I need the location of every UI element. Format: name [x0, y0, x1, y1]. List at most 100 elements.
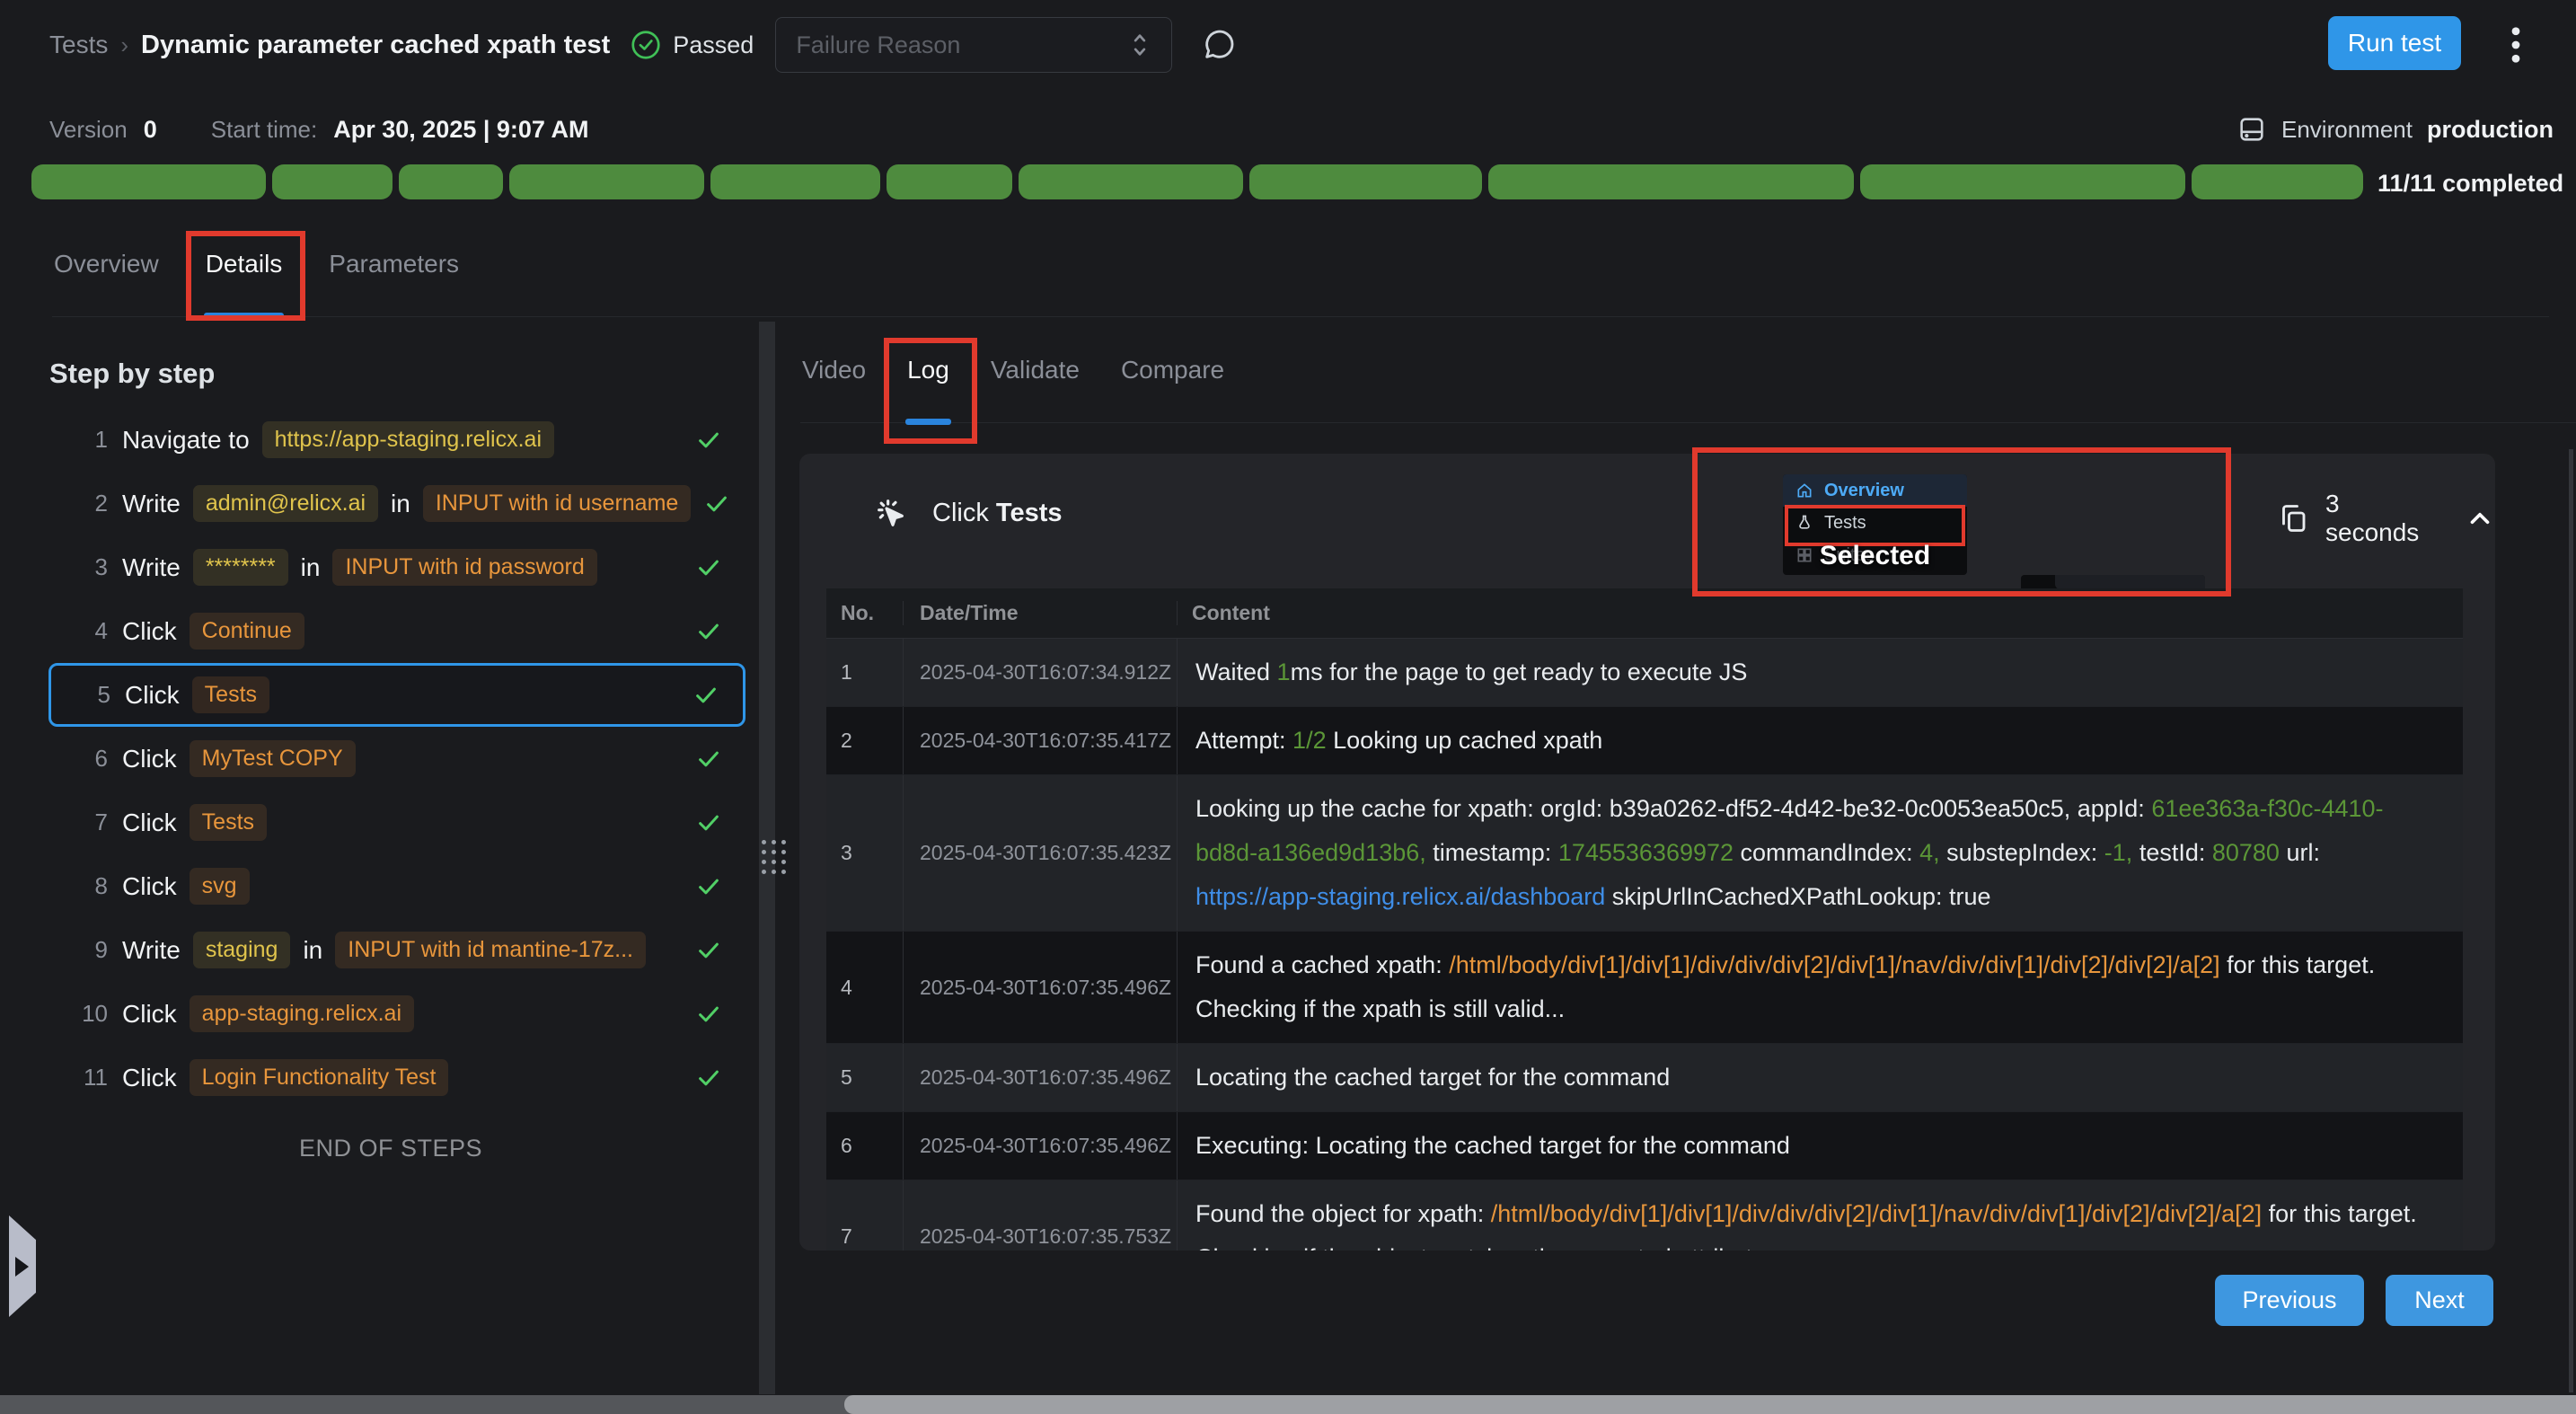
log-text: Found the object for xpath: — [1195, 1200, 1491, 1227]
log-value-highlight: -1, — [2104, 839, 2133, 866]
step-row[interactable]: 9WritestaginginINPUT with id mantine-17z… — [49, 918, 745, 982]
step-action-text: Write — [122, 553, 181, 582]
log-url-link[interactable]: https://app-staging.relicx.ai/dashboard — [1195, 883, 1605, 910]
step-action-text: Write — [122, 490, 181, 518]
log-value-highlight: 1/2 — [1292, 727, 1327, 754]
tab-parameters[interactable]: Parameters — [327, 250, 461, 316]
step-target-pill: INPUT with id password — [332, 549, 596, 586]
progress-completed-label: 11/11 completed — [2378, 170, 2563, 198]
tab-compare[interactable]: Compare — [1119, 356, 1226, 422]
log-table-row[interactable]: 52025-04-30T16:07:35.496Z Locating the ca… — [826, 1044, 2463, 1112]
step-target-pill: Tests — [190, 804, 267, 841]
next-button[interactable]: Next — [2386, 1275, 2493, 1326]
step-action-text: Click — [125, 681, 180, 710]
log-table-row[interactable]: 72025-04-30T16:07:35.753ZFound the objec… — [826, 1180, 2463, 1251]
progress-segment — [710, 164, 880, 199]
failure-reason-select[interactable]: Failure Reason — [775, 17, 1172, 73]
main-tabs: Overview Details Parameters — [52, 235, 2549, 317]
tab-video[interactable]: Video — [800, 356, 868, 422]
step-success-check-icon — [695, 873, 722, 900]
tab-details[interactable]: Details — [204, 250, 285, 316]
log-row-content: Looking up the cache for xpath: orgId: b… — [1177, 775, 2463, 931]
step-success-check-icon — [695, 427, 722, 454]
log-text: commandIndex: — [1734, 839, 1919, 866]
collapse-chevron-icon[interactable] — [2465, 503, 2495, 534]
breadcrumb[interactable]: Tests — [49, 31, 108, 59]
drawer-expand-handle[interactable] — [9, 1215, 36, 1317]
log-row-number: 5 — [826, 1044, 903, 1111]
environment-meta: Environment production — [2236, 111, 2554, 147]
log-row-timestamp: 2025-04-30T16:07:35.496Z — [903, 1112, 1177, 1180]
step-row[interactable]: 4ClickContinue — [49, 599, 745, 663]
step-row[interactable]: 10Clickapp-staging.relicx.ai — [49, 982, 745, 1046]
tab-overview[interactable]: Overview — [52, 250, 161, 316]
copy-icon[interactable] — [2277, 502, 2309, 535]
step-value-pill: ******** — [193, 549, 288, 586]
log-table-row[interactable]: 42025-04-30T16:07:35.496ZFound a cached … — [826, 932, 2463, 1044]
step-row[interactable]: 3Write********inINPUT with id password — [49, 535, 745, 599]
step-action-text: in — [303, 936, 322, 965]
step-number: 11 — [57, 1064, 108, 1091]
step-action-text: Click — [122, 809, 177, 837]
step-row[interactable]: 6ClickMyTest COPY — [49, 727, 745, 791]
step-target-pill: INPUT with id mantine-17z... — [335, 932, 646, 968]
log-text: Waited — [1195, 658, 1277, 685]
step-number: 9 — [57, 936, 108, 964]
log-text: timestamp: — [1426, 839, 1558, 866]
step-number: 7 — [57, 809, 108, 836]
page-scrollbar[interactable] — [2569, 449, 2573, 1392]
log-row-timestamp: 2025-04-30T16:07:35.753Z — [903, 1180, 1177, 1251]
select-chevrons-icon — [1126, 30, 1153, 60]
log-table-row[interactable]: 62025-04-30T16:07:35.496ZExecuting: Loca… — [826, 1112, 2463, 1180]
tab-validate[interactable]: Validate — [989, 356, 1081, 422]
step-success-check-icon — [695, 937, 722, 964]
passed-check-icon — [630, 29, 662, 61]
log-xpath: /html/body/div[1]/div[1]/div/div/div[2]/… — [1449, 951, 2219, 978]
status-badge: Passed — [673, 31, 754, 59]
detail-tabs: Video Log Validate Compare — [800, 341, 2576, 423]
step-row[interactable]: 2Writeadmin@relicx.aiinINPUT with id use… — [49, 472, 745, 535]
log-row-timestamp: 2025-04-30T16:07:35.496Z — [903, 1044, 1177, 1111]
step-row[interactable]: 11ClickLogin Functionality Test — [49, 1046, 745, 1109]
header-bar: Tests › Dynamic parameter cached xpath t… — [49, 18, 1237, 72]
step-success-check-icon — [695, 1065, 722, 1091]
run-test-button[interactable]: Run test — [2328, 16, 2461, 70]
horizontal-scrollbar-thumb[interactable] — [844, 1395, 2576, 1414]
log-row-content: Waited 1ms for the page to get ready to … — [1177, 639, 2463, 706]
step-value-pill: admin@relicx.ai — [193, 485, 378, 522]
step-action-text: Click — [122, 617, 177, 646]
tab-log[interactable]: Log — [905, 356, 951, 422]
log-row-number: 1 — [826, 639, 903, 706]
comment-icon[interactable] — [1201, 27, 1237, 63]
splitter-drag-handle-icon[interactable] — [762, 840, 786, 874]
version-label: Version — [49, 116, 128, 144]
failure-reason-placeholder: Failure Reason — [796, 31, 960, 59]
step-row[interactable]: 7 Click Tests — [49, 791, 745, 854]
step-target-pill: Tests — [192, 676, 269, 713]
progress-segment — [31, 164, 266, 199]
selected-screenshot-thumbnail[interactable]: Overview Tests Suites Selected — [1783, 474, 1967, 575]
log-table-row[interactable]: 32025-04-30T16:07:35.423ZLooking up the … — [826, 775, 2463, 932]
step-row[interactable]: 1Navigate tohttps://app-staging.relicx.a… — [49, 408, 745, 472]
log-value-highlight: 1745536369972 — [1558, 839, 1734, 866]
step-action-text: Navigate to — [122, 426, 250, 455]
step-success-check-icon — [695, 618, 722, 645]
command-target: Tests — [996, 499, 1063, 527]
progress-segment — [887, 164, 1012, 199]
step-row[interactable]: 5ClickTests — [49, 663, 745, 727]
previous-button[interactable]: Previous — [2215, 1275, 2364, 1326]
horizontal-scrollbar-track[interactable] — [0, 1395, 2576, 1414]
expand-arrow-icon — [15, 1257, 29, 1277]
step-number: 8 — [57, 872, 108, 900]
log-row-number: 4 — [826, 932, 903, 1043]
log-row-timestamp: 2025-04-30T16:07:35.417Z — [903, 707, 1177, 774]
kebab-menu-icon[interactable] — [2510, 25, 2522, 65]
step-row[interactable]: 8Clicksvg — [49, 854, 745, 918]
log-row-content: Found the object for xpath: /html/body/d… — [1177, 1180, 2463, 1251]
log-row-number: 6 — [826, 1112, 903, 1180]
log-table-row[interactable]: 22025-04-30T16:07:35.417ZAttempt: 1/2 Lo… — [826, 707, 2463, 775]
log-text: Locating the cached target for the comma… — [1195, 1064, 1670, 1091]
log-text: Looking up cached xpath — [1327, 727, 1603, 754]
log-table-row[interactable]: 12025-04-30T16:07:34.912ZWaited 1ms for … — [826, 639, 2463, 707]
step-target-pill: svg — [190, 868, 250, 905]
